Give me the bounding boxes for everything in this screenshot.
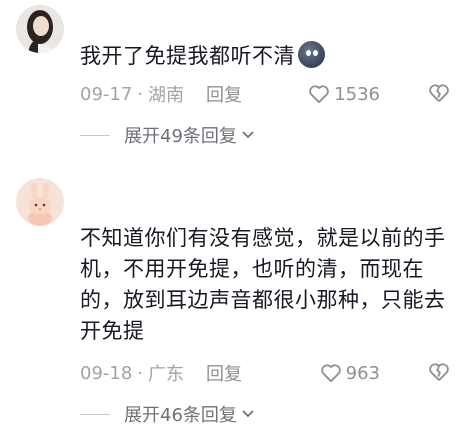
broken-heart-icon: [429, 84, 449, 102]
reply-button[interactable]: 回复: [206, 360, 242, 386]
like-count: 1536: [334, 83, 380, 105]
heart-icon: [320, 364, 341, 383]
sad-face-emoji-icon: [298, 41, 325, 68]
like-button[interactable]: 963: [320, 363, 380, 384]
broken-heart-icon: [429, 363, 449, 381]
divider-line: [80, 413, 110, 415]
expand-replies-button[interactable]: 展开46条回复: [80, 402, 255, 426]
comment-text: 我开了免提我都听不清: [80, 41, 458, 72]
comment-location: 广东: [148, 364, 185, 385]
chevron-down-icon: [242, 410, 254, 418]
expand-replies-label: 展开49条回复: [124, 126, 237, 147]
like-count: 963: [345, 362, 380, 384]
comment-date: 09-18: [80, 362, 133, 384]
reply-button[interactable]: 回复: [206, 81, 242, 107]
divider-line: [80, 134, 110, 136]
heart-icon: [309, 85, 329, 104]
avatar[interactable]: [16, 178, 64, 226]
meta-separator: ·: [137, 83, 144, 105]
dislike-button[interactable]: [428, 83, 450, 108]
comment-meta: 09-18 · 广东 回复 963: [80, 359, 460, 387]
comment-text-span: 我开了免提我都听不清: [80, 44, 295, 68]
avatar[interactable]: [16, 5, 64, 53]
expand-replies-label: 展开46条回复: [124, 405, 237, 426]
chevron-down-icon: [242, 131, 254, 139]
like-button[interactable]: 1536: [308, 84, 380, 105]
comment-text: 不知道你们有没有感觉，就是以前的手机，不用开免提，也听的清，而现在的，放到耳边声…: [80, 226, 446, 343]
comment-meta: 09-17 · 湖南 回复 1536: [80, 80, 460, 108]
meta-separator: ·: [137, 362, 144, 384]
dislike-button[interactable]: [428, 362, 450, 387]
comment-location: 湖南: [148, 85, 185, 106]
expand-replies-button[interactable]: 展开49条回复: [80, 123, 255, 147]
comment-date: 09-17: [80, 83, 133, 105]
